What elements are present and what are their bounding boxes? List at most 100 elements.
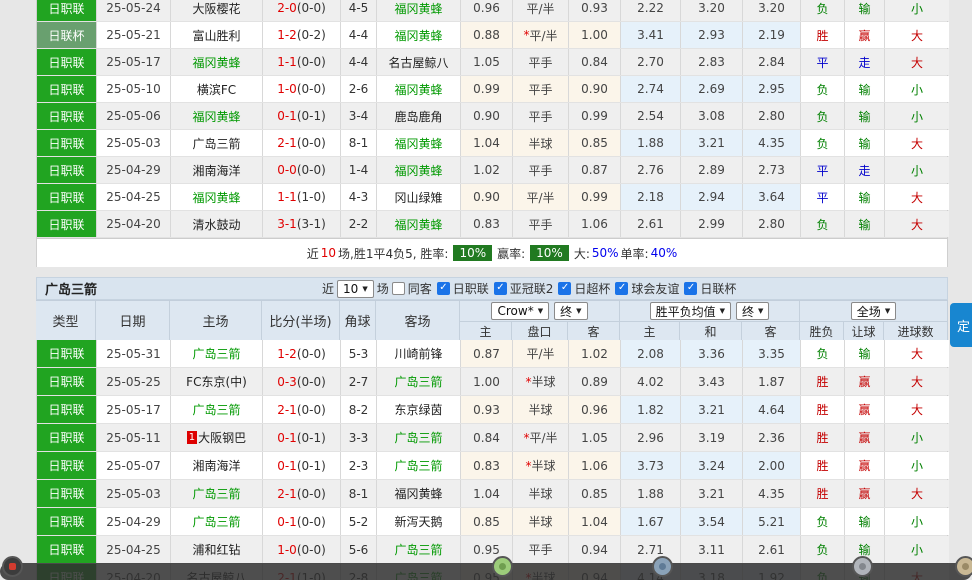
team-link[interactable]: 广岛三箭 [192, 401, 240, 418]
handicap-cell: 平/半 [513, 184, 569, 210]
col-header-away: 客场 [376, 301, 460, 341]
team-link[interactable]: 川崎前锋 [394, 345, 442, 362]
league-badge[interactable]: 日职联 [37, 396, 96, 423]
team-link[interactable]: 福冈黄蜂 [394, 0, 442, 17]
europe-time-select[interactable]: 终▼ [736, 302, 769, 320]
eu-draw-odds-cell: 3.54 [681, 508, 743, 535]
team-link[interactable]: 福冈黄蜂 [394, 81, 442, 98]
team-link[interactable]: 富山胜利 [192, 27, 240, 44]
league-badge[interactable]: 日职联 [37, 130, 96, 156]
summary-text: 近 [307, 245, 319, 262]
away-team-cell: 广岛三箭 [377, 452, 461, 479]
team-link[interactable]: 福冈黄蜂 [394, 485, 442, 502]
gray-avatar-icon[interactable] [852, 556, 873, 577]
team-link[interactable]: 大阪樱花 [192, 0, 240, 17]
filter-label[interactable]: 日超杯 [574, 280, 610, 297]
filter-checkbox[interactable] [392, 282, 405, 295]
match-count-select[interactable]: 10 ▼ [337, 280, 374, 298]
corner-cell: 3-3 [341, 424, 377, 451]
corner-cell: 5-3 [341, 340, 377, 367]
record-dot-icon[interactable] [2, 556, 23, 577]
ah-home-odds-cell: 0.83 [461, 211, 513, 237]
handicap-cell: 半球 [513, 396, 569, 423]
goals-result-cell: 小 [885, 452, 949, 479]
league-badge[interactable]: 日联杯 [37, 22, 96, 48]
team-link[interactable]: 横滨FC [197, 81, 236, 98]
team-link[interactable]: 福冈黄蜂 [394, 216, 442, 233]
league-badge[interactable]: 日职联 [37, 368, 96, 395]
league-type-cell: 日联杯 [37, 22, 97, 48]
bookmaker-select[interactable]: Crow*▼ [491, 302, 549, 320]
team-link[interactable]: 广岛三箭 [394, 457, 442, 474]
team-link[interactable]: 福冈黄蜂 [192, 54, 240, 71]
team-link[interactable]: 湘南海洋 [192, 457, 240, 474]
bookmaker-select-value: Crow* [497, 304, 533, 318]
away-team-cell: 新泻天鹅 [377, 508, 461, 535]
date-cell: 25-05-03 [97, 130, 171, 156]
league-badge[interactable]: 日职联 [37, 211, 96, 237]
home-team-cell: 福冈黄蜂 [171, 184, 263, 210]
team-link[interactable]: 广岛三箭 [192, 485, 240, 502]
floating-side-button[interactable]: 定 [950, 303, 972, 347]
league-badge[interactable]: 日职联 [37, 424, 96, 451]
corner-cell: 8-2 [341, 396, 377, 423]
team-link[interactable]: 广岛三箭 [394, 429, 442, 446]
ah-away-odds-cell: 1.06 [569, 211, 621, 237]
period-select[interactable]: 全场▼ [851, 302, 896, 320]
team-link[interactable]: 名古屋鲸八 [388, 54, 448, 71]
league-badge[interactable]: 日职联 [37, 536, 96, 563]
eu-home-odds-cell: 2.71 [621, 536, 681, 563]
team-link[interactable]: FC东京(中) [186, 373, 247, 390]
team-link[interactable]: 大阪钢巴 [198, 429, 246, 446]
team-link[interactable]: 东京绿茵 [394, 401, 442, 418]
filter-checkbox[interactable] [615, 282, 628, 295]
filter-checkbox[interactable] [494, 282, 507, 295]
handicap-time-select[interactable]: 终▼ [554, 302, 587, 320]
league-badge[interactable]: 日职联 [37, 340, 96, 367]
filter-checkbox[interactable] [437, 282, 450, 295]
filter-label[interactable]: 同客 [408, 280, 432, 297]
league-badge[interactable]: 日职联 [37, 480, 96, 507]
team-link[interactable]: 鹿岛鹿角 [394, 108, 442, 125]
team-link[interactable]: 广岛三箭 [394, 541, 442, 558]
league-badge[interactable]: 日职联 [37, 184, 96, 210]
europe-odds-select[interactable]: 胜平负均值▼ [650, 302, 731, 320]
team-link[interactable]: 冈山绿雉 [394, 189, 442, 206]
blue-avatar-icon[interactable] [652, 556, 673, 577]
home-team-cell: 大阪樱花 [171, 0, 263, 21]
filter-label[interactable]: 球会友谊 [631, 280, 679, 297]
team-link[interactable]: 新泻天鹅 [394, 513, 442, 530]
league-badge[interactable]: 日职联 [37, 452, 96, 479]
ah-home-odds-cell: 0.87 [461, 340, 513, 367]
league-badge[interactable]: 日职联 [37, 103, 96, 129]
team-link[interactable]: 广岛三箭 [192, 513, 240, 530]
team-link[interactable]: 清水鼓动 [192, 216, 240, 233]
filter-label[interactable]: 日职联 [453, 280, 489, 297]
filter-label[interactable]: 日联杯 [700, 280, 736, 297]
team-link[interactable]: 广岛三箭 [192, 345, 240, 362]
team-link[interactable]: 福冈黄蜂 [394, 162, 442, 179]
team-link[interactable]: 湘南海洋 [192, 162, 240, 179]
team-link[interactable]: 福冈黄蜂 [192, 189, 240, 206]
filter-checkbox[interactable] [684, 282, 697, 295]
tan-avatar-icon[interactable] [955, 556, 972, 577]
team-link[interactable]: 广岛三箭 [394, 373, 442, 390]
league-badge[interactable]: 日职联 [37, 0, 96, 21]
league-badge[interactable]: 日职联 [37, 76, 96, 102]
league-badge[interactable]: 日职联 [37, 49, 96, 75]
green-avatar-icon[interactable] [492, 556, 513, 577]
filter-checkbox[interactable] [558, 282, 571, 295]
league-type-cell: 日职联 [37, 184, 97, 210]
team-link[interactable]: 福冈黄蜂 [394, 27, 442, 44]
wdl-result-cell: 负 [801, 536, 845, 563]
team-link[interactable]: 福冈黄蜂 [394, 135, 442, 152]
team-link[interactable]: 浦和红钻 [192, 541, 240, 558]
team-link[interactable]: 福冈黄蜂 [192, 108, 240, 125]
league-badge[interactable]: 日职联 [37, 508, 96, 535]
eu-draw-odds-cell: 2.69 [681, 76, 743, 102]
league-badge[interactable]: 日职联 [37, 157, 96, 183]
page: { "colors": { "league_badge_green": "#21… [0, 0, 972, 580]
score-cell: 0-0(0-0) [263, 157, 341, 183]
team-link[interactable]: 广岛三箭 [192, 135, 240, 152]
filter-label[interactable]: 亚冠联2 [510, 280, 554, 297]
